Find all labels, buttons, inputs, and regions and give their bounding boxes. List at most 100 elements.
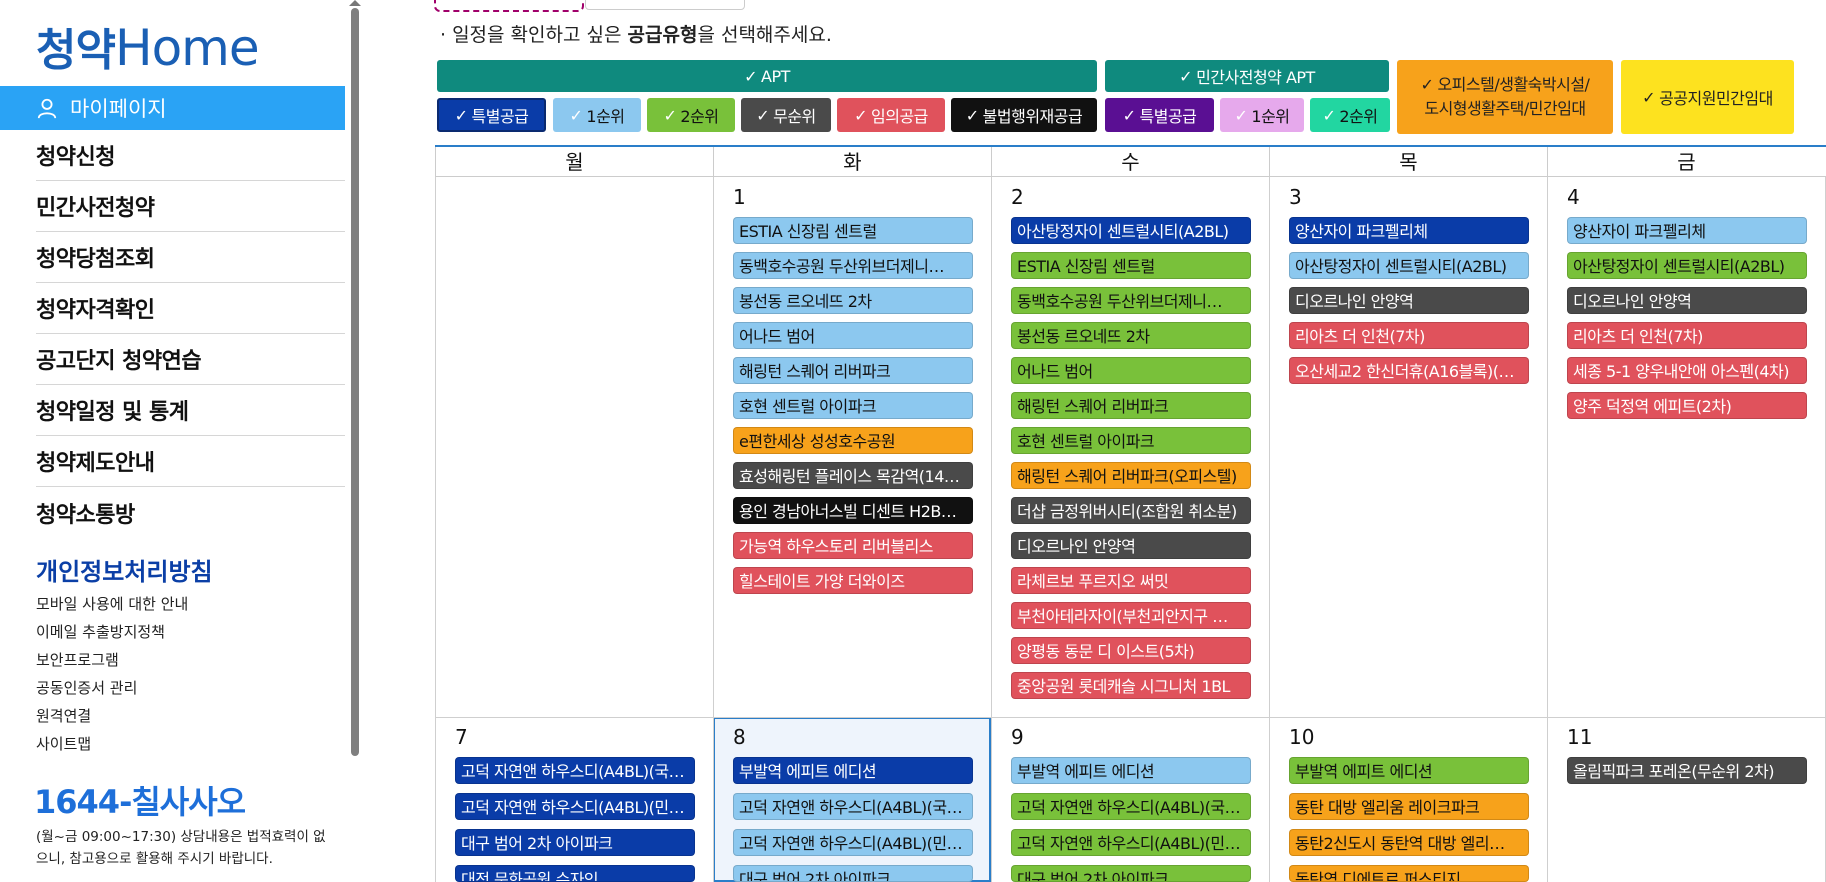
menu-item[interactable]: 청약자격확인 <box>36 283 345 334</box>
schedule-event[interactable]: 동탄역 디에트르 퍼스티지 <box>1289 865 1529 882</box>
tab[interactable] <box>585 0 745 10</box>
schedule-event[interactable]: 고덕 자연앤 하우스디(A4BL)(국… <box>1011 793 1251 820</box>
schedule-event[interactable]: 대구 범어 2차 아이파크 <box>1011 865 1251 882</box>
menu-item[interactable]: 공고단지 청약연습 <box>36 334 345 385</box>
schedule-event[interactable]: 동백호수공원 두산위브더제니… <box>733 252 973 279</box>
schedule-event[interactable]: 양평동 동문 디 이스트(5차) <box>1011 637 1251 664</box>
day-number: 3 <box>1289 185 1302 209</box>
schedule-event[interactable]: e편한세상 성성호수공원 <box>733 427 973 454</box>
check-icon: ✓ <box>1122 105 1136 125</box>
filter-apt-rank2-button[interactable]: ✓ 2순위 <box>647 98 735 132</box>
schedule-event[interactable]: 봉선동 르오네뜨 2차 <box>1011 322 1251 349</box>
schedule-event[interactable]: 라체르보 푸르지오 써밋 <box>1011 567 1251 594</box>
filter-apt-rank1-button[interactable]: ✓ 1순위 <box>553 98 641 132</box>
schedule-event[interactable]: 동탄 대방 엘리움 레이크파크 <box>1289 793 1529 820</box>
schedule-event[interactable]: 용인 경남아너스빌 디센트 H2B… <box>733 497 973 524</box>
schedule-event[interactable]: 고덕 자연앤 하우스디(A4BL)(국… <box>455 757 695 784</box>
sidebar-menu: 청약신청 민간사전청약 청약당첨조회 청약자격확인 공고단지 청약연습 청약일정… <box>0 130 345 538</box>
filter-private-pre-button[interactable]: ✓ 민간사전청약 APT <box>1105 60 1389 92</box>
privacy-policy-link[interactable]: 개인정보처리방침 <box>36 552 213 587</box>
menu-item[interactable]: 청약제도안내 <box>36 436 345 487</box>
schedule-event[interactable]: 고덕 자연앤 하우스디(A4BL)(민… <box>733 829 973 856</box>
footer-link[interactable]: 공동인증서 관리 <box>36 674 188 702</box>
day-number: 10 <box>1289 725 1315 749</box>
filter-label: 민간사전청약 APT <box>1196 68 1315 87</box>
schedule-event[interactable]: 아산탕정자이 센트럴시티(A2BL) <box>1289 252 1529 279</box>
filter-pre-rank1-button[interactable]: ✓ 1순위 <box>1220 98 1304 132</box>
schedule-event[interactable]: 호현 센트럴 아이파크 <box>733 392 973 419</box>
filter-public-button[interactable]: ✓ 공공지원민간임대 <box>1621 60 1794 134</box>
filter-apt-button[interactable]: ✓ APT <box>437 60 1097 92</box>
schedule-event[interactable]: 대전 문화공원 수자인 <box>455 865 695 882</box>
schedule-event[interactable]: 효성해링턴 플레이스 목감역(14… <box>733 462 973 489</box>
schedule-event[interactable]: 부천아테라자이(부천괴안지구 … <box>1011 602 1251 629</box>
schedule-event[interactable]: 고덕 자연앤 하우스디(A4BL)(국… <box>733 793 973 820</box>
schedule-event[interactable]: 힐스테이트 가양 더와이즈 <box>733 567 973 594</box>
mypage-link[interactable]: 마이페이지 <box>0 86 345 130</box>
filter-label: 공공지원민간임대 <box>1659 89 1773 108</box>
filter-label: 무순위 <box>773 107 816 126</box>
grid-line <box>435 177 436 882</box>
filter-apt-illegal-resupply-button[interactable]: ✓ 불법행위재공급 <box>951 98 1097 132</box>
schedule-event[interactable]: 대구 범어 2차 아이파크 <box>455 829 695 856</box>
schedule-event[interactable]: 세종 5-1 양우내안애 아스펜(4차) <box>1567 357 1807 384</box>
schedule-event[interactable]: 해링턴 스퀘어 리버파크 <box>733 357 973 384</box>
schedule-event[interactable]: 고덕 자연앤 하우스디(A4BL)(민… <box>455 793 695 820</box>
schedule-event[interactable]: 아산탕정자이 센트럴시티(A2BL) <box>1011 217 1251 244</box>
schedule-event[interactable]: 고덕 자연앤 하우스디(A4BL)(민… <box>1011 829 1251 856</box>
menu-item[interactable]: 민간사전청약 <box>36 181 345 232</box>
schedule-event[interactable]: 오산세교2 한신더휴(A16블록)(… <box>1289 357 1529 384</box>
check-icon: ✓ <box>965 105 979 125</box>
schedule-event[interactable]: 중앙공원 롯데캐슬 시그니처 1BL <box>1011 672 1251 699</box>
menu-item[interactable]: 청약신청 <box>36 130 345 181</box>
scroll-up-arrow-icon[interactable] <box>349 0 361 6</box>
footer-link[interactable]: 이메일 추출방지정책 <box>36 618 188 646</box>
schedule-event[interactable]: 리아츠 더 인천(7차) <box>1567 322 1807 349</box>
schedule-event[interactable]: ESTIA 신장림 센트럴 <box>1011 252 1251 279</box>
day-number: 8 <box>733 725 746 749</box>
sidebar-scrollbar[interactable] <box>351 8 359 756</box>
schedule-event[interactable]: 가능역 하우스토리 리버블리스 <box>733 532 973 559</box>
filter-pre-rank2-button[interactable]: ✓ 2순위 <box>1310 98 1390 132</box>
footer-link[interactable]: 사이트맵 <box>36 730 188 758</box>
schedule-event[interactable]: 대구 범어 2차 아이파크 <box>733 865 973 882</box>
filter-pre-special-button[interactable]: ✓ 특별공급 <box>1105 98 1214 132</box>
menu-item[interactable]: 청약소통방 <box>36 487 345 538</box>
schedule-event[interactable]: 부발역 에피트 에디션 <box>1289 757 1529 784</box>
schedule-event[interactable]: 디오르나인 안양역 <box>1011 532 1251 559</box>
schedule-event[interactable]: 양주 덕정역 에피트(2차) <box>1567 392 1807 419</box>
schedule-event[interactable]: ESTIA 신장림 센트럴 <box>733 217 973 244</box>
schedule-event[interactable]: 호현 센트럴 아이파크 <box>1011 427 1251 454</box>
schedule-event[interactable]: 올림픽파크 포레온(무순위 2차) <box>1567 757 1807 784</box>
footer-link[interactable]: 모바일 사용에 대한 안내 <box>36 590 188 618</box>
schedule-event[interactable]: 리아츠 더 인천(7차) <box>1289 322 1529 349</box>
schedule-event[interactable]: 디오르나인 안양역 <box>1289 287 1529 314</box>
tab-selected[interactable] <box>434 0 584 12</box>
schedule-event[interactable]: 어나드 범어 <box>733 322 973 349</box>
schedule-event[interactable]: 디오르나인 안양역 <box>1567 287 1807 314</box>
site-logo[interactable]: 청약Home <box>36 20 260 79</box>
filter-officetel-button[interactable]: ✓ 오피스텔/생활숙박시설/ 도시형생활주택/민간임대 <box>1397 60 1613 134</box>
schedule-event[interactable]: 봉선동 르오네뜨 2차 <box>733 287 973 314</box>
filter-label: 불법행위재공급 <box>982 107 1083 126</box>
schedule-event[interactable]: 동탄2신도시 동탄역 대방 엘리… <box>1289 829 1529 856</box>
schedule-event[interactable]: 양산자이 파크펠리체 <box>1567 217 1807 244</box>
footer-link[interactable]: 보안프로그램 <box>36 646 188 674</box>
call-center-phone: 1644-칠사사오 <box>34 783 246 821</box>
day-number: 1 <box>733 185 746 209</box>
schedule-event[interactable]: 부발역 에피트 에디션 <box>733 757 973 784</box>
menu-item[interactable]: 청약당첨조회 <box>36 232 345 283</box>
schedule-event[interactable]: 양산자이 파크펠리체 <box>1289 217 1529 244</box>
schedule-event[interactable]: 부발역 에피트 에디션 <box>1011 757 1251 784</box>
filter-apt-optional-button[interactable]: ✓ 임의공급 <box>837 98 945 132</box>
schedule-event[interactable]: 해링턴 스퀘어 리버파크(오피스텔) <box>1011 462 1251 489</box>
menu-item[interactable]: 청약일정 및 통계 <box>36 385 345 436</box>
schedule-event[interactable]: 어나드 범어 <box>1011 357 1251 384</box>
schedule-event[interactable]: 더샵 금정위버시티(조합원 취소분) <box>1011 497 1251 524</box>
schedule-event[interactable]: 해링턴 스퀘어 리버파크 <box>1011 392 1251 419</box>
filter-apt-special-button[interactable]: ✓ 특별공급 <box>437 98 546 132</box>
schedule-event[interactable]: 아산탕정자이 센트럴시티(A2BL) <box>1567 252 1807 279</box>
footer-link[interactable]: 원격연결 <box>36 702 188 730</box>
schedule-event[interactable]: 동백호수공원 두산위브더제니… <box>1011 287 1251 314</box>
filter-apt-norank-button[interactable]: ✓ 무순위 <box>741 98 831 132</box>
